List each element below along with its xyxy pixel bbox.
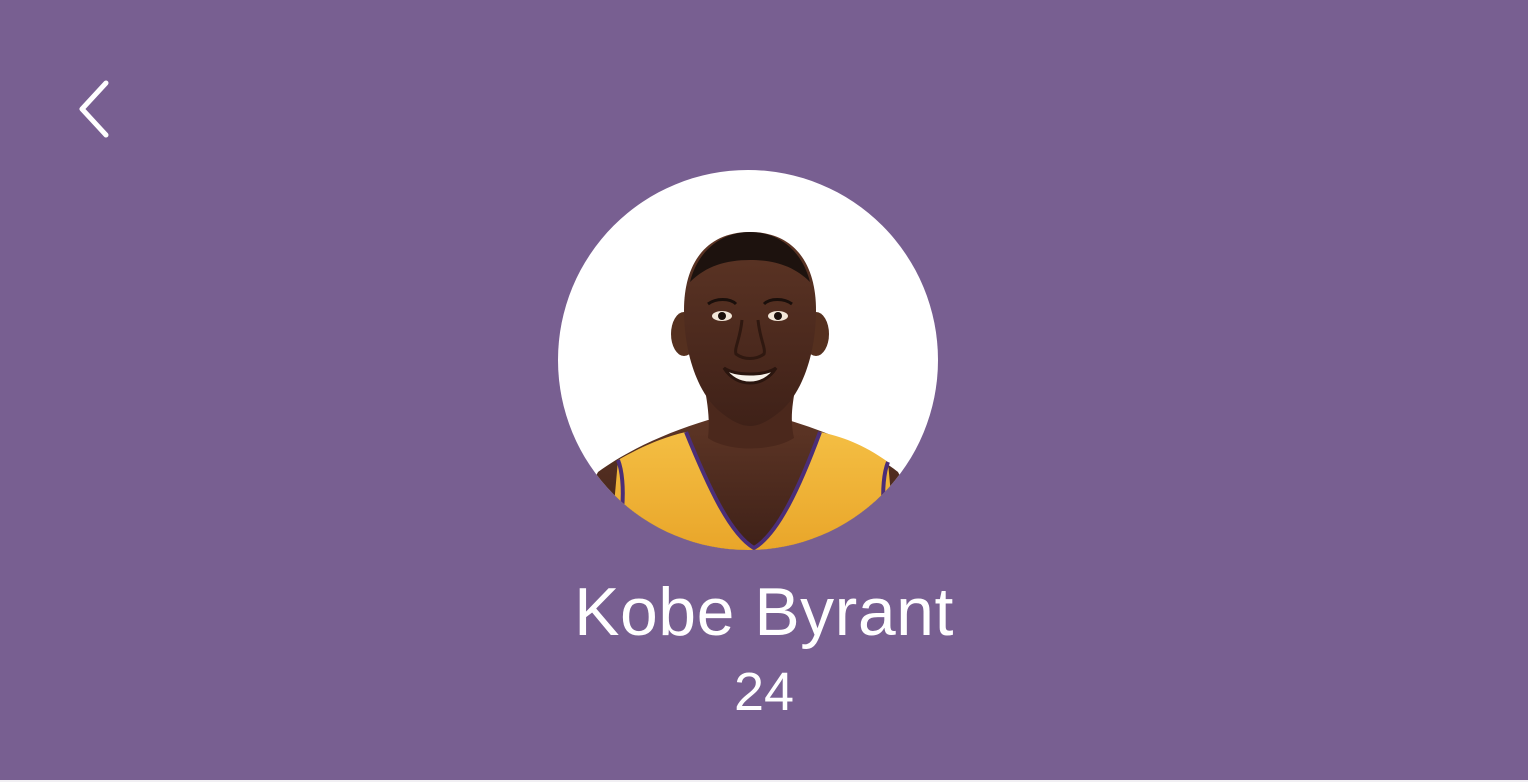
- player-profile-header: Kobe Byrant 24: [0, 0, 1528, 782]
- player-portrait: [558, 232, 938, 550]
- player-name: Kobe Byrant: [574, 574, 954, 650]
- avatar: [558, 170, 938, 550]
- player-number: 24: [733, 662, 795, 722]
- back-button[interactable]: [58, 70, 124, 148]
- chevron-left-icon: [79, 80, 109, 138]
